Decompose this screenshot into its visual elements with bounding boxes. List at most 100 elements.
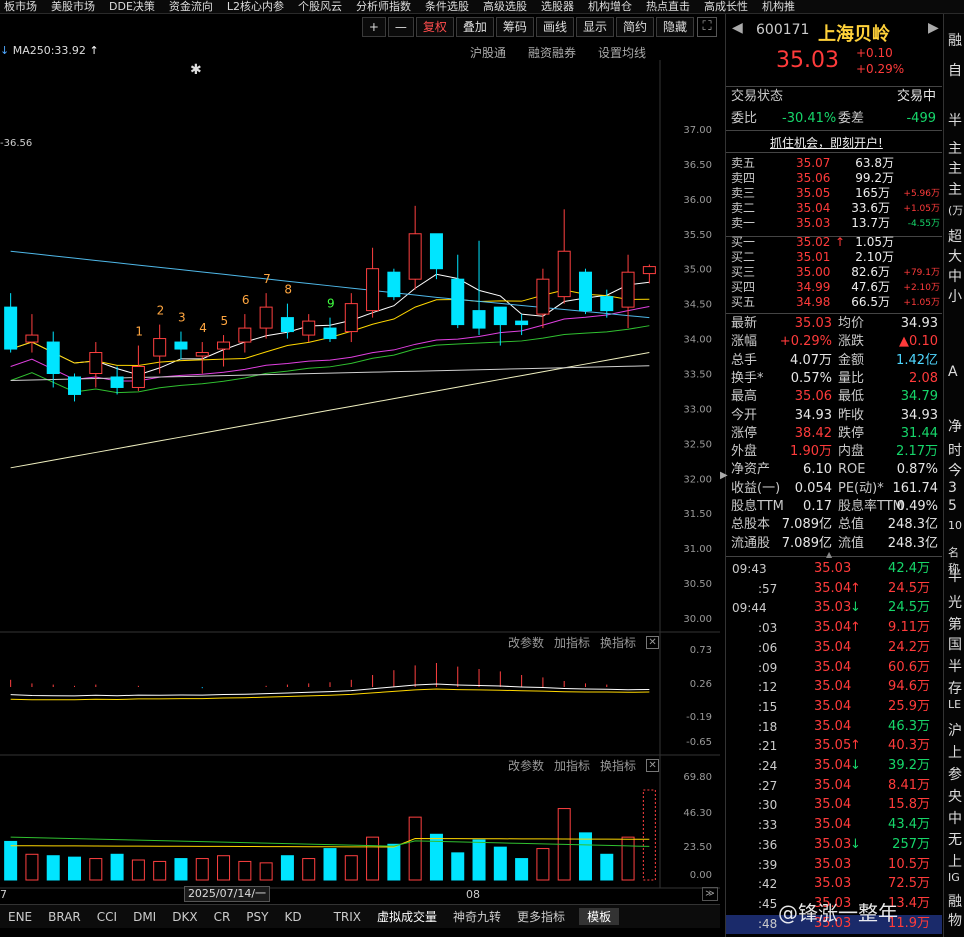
toolbar-btn-7[interactable]: 简约 [615,17,654,37]
candle-body[interactable] [451,278,465,326]
candle-body[interactable] [557,250,571,298]
candle-body[interactable] [174,341,188,350]
nav-item-8[interactable]: 高级选股 [483,0,527,13]
volume-bar [217,855,231,881]
panel-ctl-0[interactable]: 改参数 [508,634,544,651]
toolbar-btn-6[interactable]: 显示 [575,17,614,37]
candle-body[interactable] [323,327,337,340]
far-item: A [948,364,958,380]
nav-item-1[interactable]: 美股市场 [51,0,95,13]
indicator-tab-0[interactable]: ENE [0,910,40,924]
indicator-tab-13[interactable]: 模板 [579,908,620,925]
candle-body[interactable] [408,233,422,280]
candle-body[interactable] [280,317,294,333]
far-item: 光 [948,595,962,611]
nav-item-11[interactable]: 热点直击 [646,0,690,13]
candle-body[interactable] [387,271,401,298]
toolbar-btn-2[interactable]: 复权 [415,17,454,37]
panel-ctl-2[interactable]: 换指标 [600,757,636,774]
candle-body[interactable] [472,310,486,329]
indicator-tab-11[interactable]: 神奇九转 [445,908,509,925]
indicator-tab-2[interactable]: CCI [89,910,125,924]
subbar-item-0[interactable]: 沪股通 [470,44,506,61]
indicator-tab-1[interactable]: BRAR [40,910,89,924]
candle-body[interactable] [366,268,380,312]
candle-body[interactable] [642,266,656,275]
candle-body[interactable] [89,352,103,374]
indicator-tab-4[interactable]: DKX [164,910,205,924]
fullscreen-icon[interactable]: ⛶ [697,17,717,37]
nav-item-5[interactable]: 个股风云 [298,0,342,13]
candle-body[interactable] [600,296,614,312]
toolbar-btn-3[interactable]: 叠加 [455,17,494,37]
stat-row: 收益(一) 0.054 PE(动)* 161.74 [726,480,942,498]
candle-body[interactable] [578,271,592,312]
candle-body[interactable] [493,306,507,326]
candle-body[interactable] [344,303,358,333]
scroll-right-icon[interactable]: ≫ [702,887,718,901]
far-item: 今 [948,463,962,479]
indicator-tab-9[interactable]: TRIX [326,910,369,924]
nav-item-4[interactable]: L2核心内参 [227,0,284,13]
candle-body[interactable] [429,233,443,270]
chart-subbar: 沪股通 融资融券 设置均线 [470,44,646,61]
candle-body[interactable] [536,278,550,315]
nav-item-3[interactable]: 资金流向 [169,0,213,13]
candle-body[interactable] [302,320,316,336]
indicator-tab-3[interactable]: DMI [125,910,164,924]
tick-time: :57 [758,581,778,596]
candle-body[interactable] [259,306,273,329]
panel-ctl-1[interactable]: 加指标 [554,757,590,774]
subbar-item-2[interactable]: 设置均线 [598,44,646,61]
candle-body[interactable] [110,376,124,388]
subbar-item-1[interactable]: 融资融券 [528,44,576,61]
book-price: 35.06 [796,171,831,185]
toolbar-btn-4[interactable]: 筹码 [495,17,534,37]
candle-body[interactable] [4,306,18,350]
panel-toggle-icon[interactable]: ▶ [720,470,728,481]
candle-body[interactable] [131,366,145,388]
open-account-banner[interactable]: 抓住机会，即刻开户! [770,134,883,151]
indicator-tab-5[interactable]: CR [206,910,239,924]
prev-stock-icon[interactable]: ◀ [732,20,743,36]
toolbar-btn-0[interactable]: + [361,17,386,37]
nav-item-10[interactable]: 机构增仓 [588,0,632,13]
nav-item-12[interactable]: 高成长性 [704,0,748,13]
panel-ctl-1[interactable]: 加指标 [554,634,590,651]
tick-price: 35.03 [814,836,852,852]
price-axis-label: 30.50 [683,579,712,590]
nav-item-6[interactable]: 分析师指数 [356,0,411,13]
close-panel-icon[interactable]: ✕ [646,636,660,649]
indicator-tab-7[interactable]: KD [276,910,309,924]
candle-body[interactable] [238,327,252,343]
candle-body[interactable] [515,320,529,326]
nav-item-9[interactable]: 选股器 [541,0,574,13]
indicator-tab-10[interactable]: 虚拟成交量 [369,908,445,925]
candle-body[interactable] [217,341,231,350]
candle-body[interactable] [195,352,209,357]
next-stock-icon[interactable]: ▶ [928,20,939,36]
indicator-tab-6[interactable]: PSY [238,910,276,924]
indicator-tab-12[interactable]: 更多指标 [509,908,573,925]
kline-chart[interactable]: 37.00 36.50 36.00 35.50 35.00 34.50 34.00 33.50… [0,60,720,905]
toolbar-btn-5[interactable]: 画线 [535,17,574,37]
collapse-icon[interactable]: ▲ [826,550,832,559]
panel-ctl-0[interactable]: 改参数 [508,757,544,774]
toolbar-btn-8[interactable]: 隐藏 [655,17,694,37]
nav-item-7[interactable]: 条件选股 [425,0,469,13]
nav-item-2[interactable]: DDE决策 [109,0,155,13]
tick-time: :24 [758,759,778,773]
candle-body[interactable] [68,376,82,395]
candle-body[interactable] [621,271,635,308]
candle-body[interactable] [46,341,60,374]
volume-bar [600,853,614,881]
panel-ctl-2[interactable]: 换指标 [600,634,636,651]
close-panel-icon[interactable]: ✕ [646,759,660,772]
stat-value: 0.87% [896,462,938,478]
nav-item-0[interactable]: 板市场 [4,0,37,13]
nav-item-13[interactable]: 机构推 [762,0,795,13]
far-item: 央 [948,789,962,805]
toolbar-btn-1[interactable]: — [387,17,414,37]
candle-body[interactable] [25,334,39,343]
candle-body[interactable] [153,338,167,357]
